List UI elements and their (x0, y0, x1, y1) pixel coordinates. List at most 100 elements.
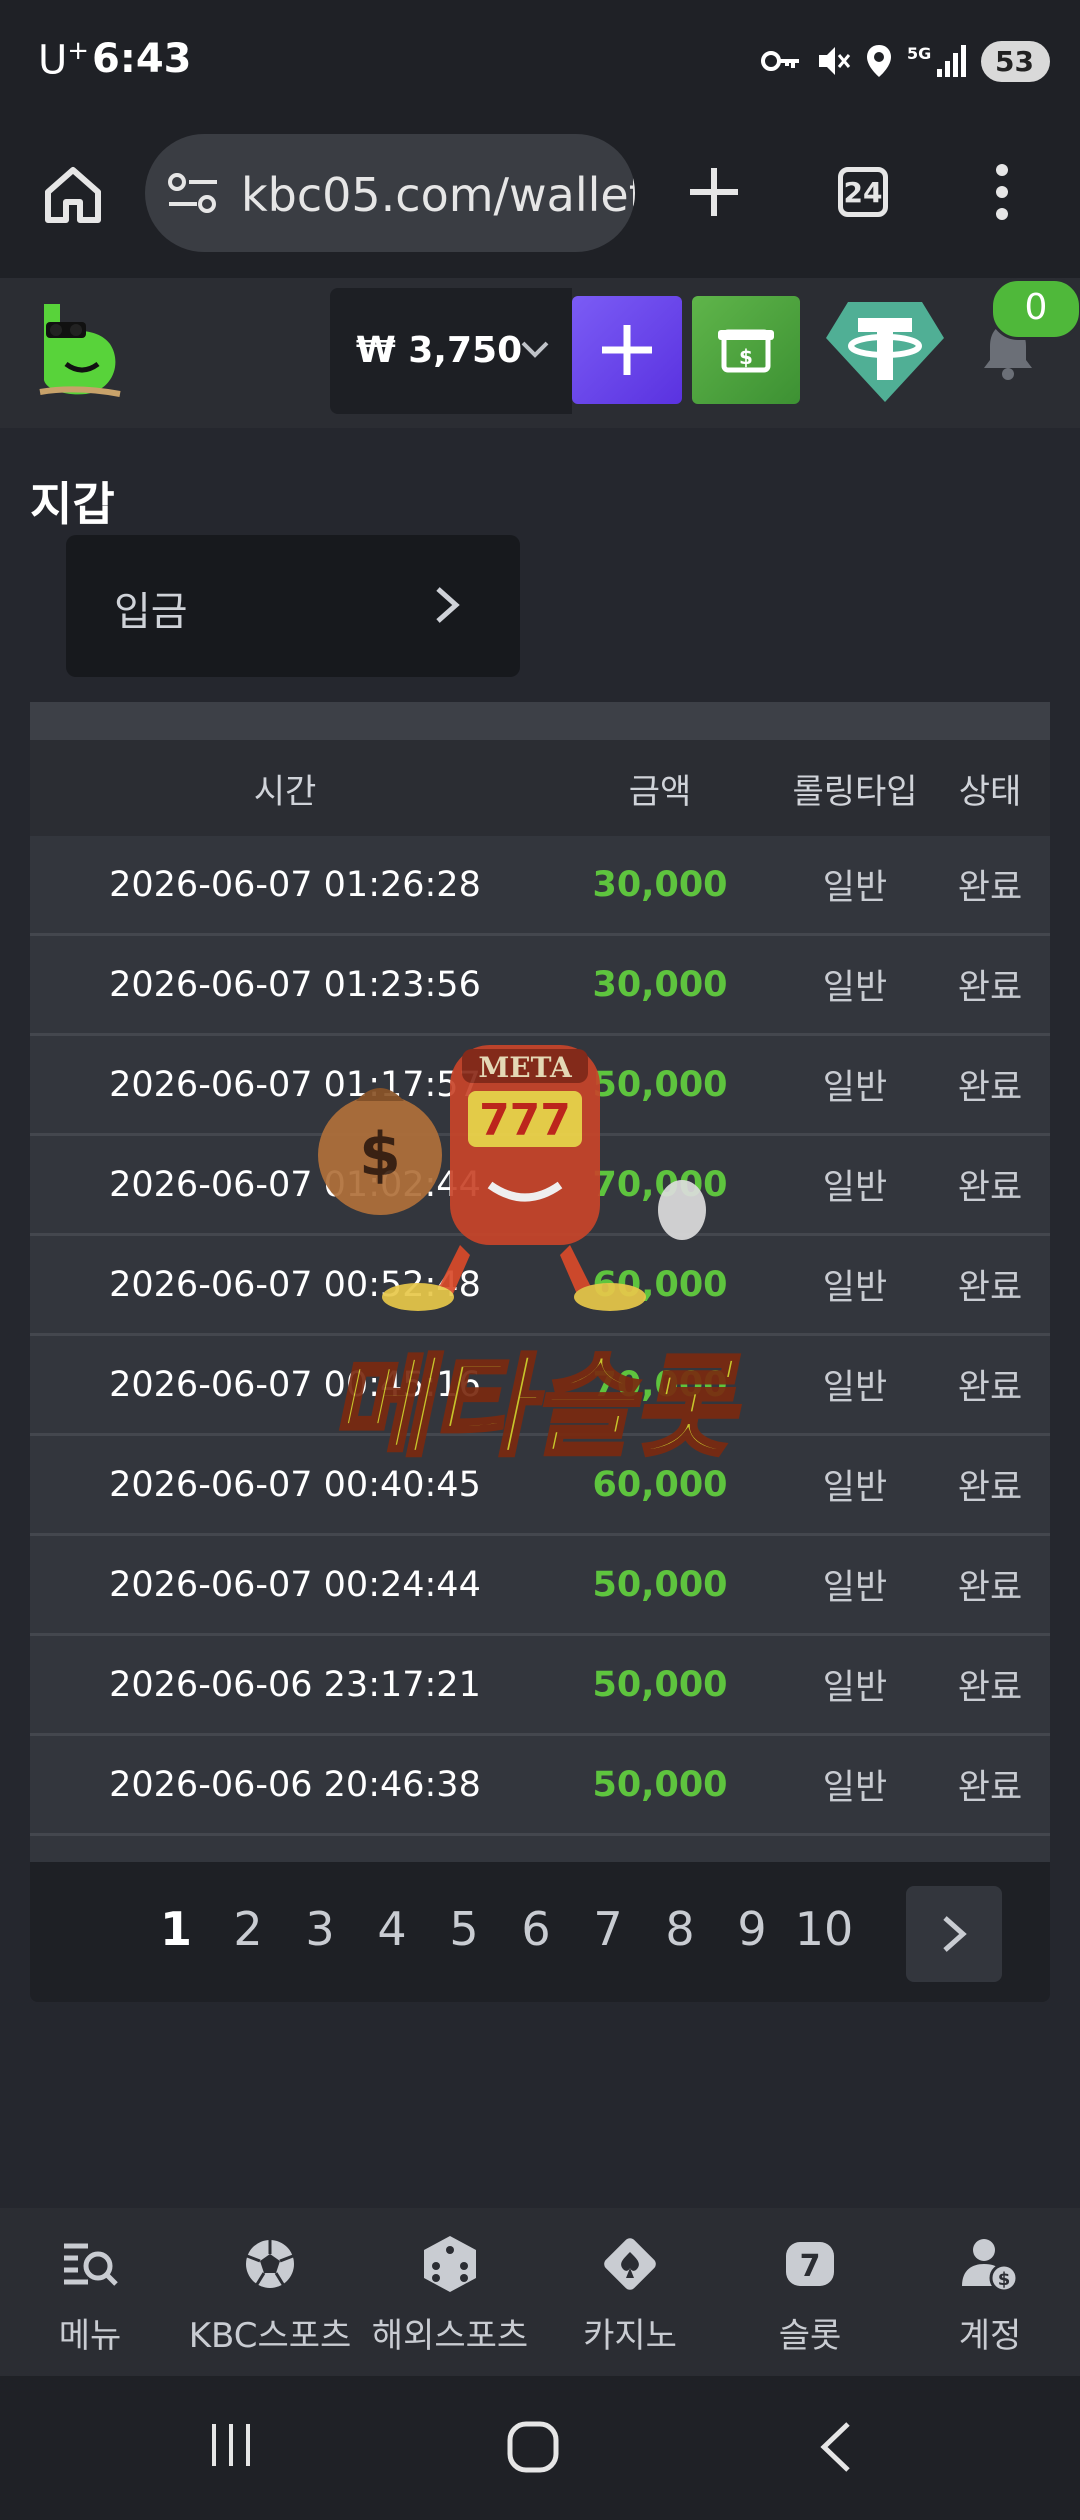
table-row: 2026-06-07 01:23:56 30,000 일반 완료 (30, 936, 1050, 1036)
meta-slot-watermark: $ META 777 메타슬롯 (318, 1045, 759, 1474)
carrier-label: U+ (38, 36, 90, 84)
system-navigation-bar (0, 2376, 1080, 2520)
tether-icon[interactable] (824, 298, 946, 404)
row-rolling-type: 일반 (822, 868, 888, 908)
dice-icon (424, 2236, 476, 2292)
table-header: 시간 금액 롤링타입 상태 (30, 740, 1050, 836)
home-nav-icon[interactable] (506, 2420, 560, 2474)
row-amount: 30,000 (592, 964, 728, 1005)
notification-count-badge: 0 (990, 278, 1080, 340)
site-logo[interactable] (36, 300, 122, 400)
bottom-navigation: 메뉴 KBC스포츠 해외스포츠 카지노 7 슬롯 $ 계정 (0, 2208, 1080, 2376)
status-bar: U+ 6:43 5G 53 (0, 0, 1080, 122)
next-page-button[interactable] (906, 1886, 1002, 1982)
back-icon[interactable] (816, 2420, 856, 2474)
row-rolling-type: 일반 (822, 1368, 888, 1408)
withdraw-button[interactable]: $ (692, 296, 800, 404)
row-status: 완료 (957, 968, 1023, 1008)
nav-label: 계정 (958, 2316, 1022, 2356)
nav-item-casino[interactable]: 카지노 (540, 2208, 720, 2376)
page-7-link[interactable]: 7 (572, 1902, 644, 1956)
header-status: 상태 (958, 771, 1022, 812)
svg-text:$: $ (739, 345, 753, 369)
svg-text:7: 7 (800, 2249, 821, 2284)
svg-text:$: $ (998, 2269, 1011, 2290)
balance-dropdown[interactable]: ₩ 3,750 (330, 288, 572, 414)
row-status: 완료 (957, 1268, 1023, 1308)
menu-search-icon (64, 2243, 118, 2286)
page-title: 지갑 (30, 477, 115, 531)
chevron-down-icon (521, 341, 549, 358)
recent-apps-icon[interactable] (206, 2420, 256, 2470)
nav-label: 해외스포츠 (371, 2316, 529, 2356)
row-amount: 30,000 (592, 864, 728, 905)
page-10-link[interactable]: 10 (788, 1902, 860, 1956)
row-rolling-type: 일반 (822, 1268, 888, 1308)
battery-indicator: 53 (981, 40, 1050, 82)
nav-label: KBC스포츠 (188, 2316, 352, 2356)
row-status: 완료 (957, 1368, 1023, 1408)
row-rolling-type: 일반 (822, 1068, 888, 1108)
row-status: 완료 (957, 1768, 1023, 1808)
deposit-label: 입금 (114, 589, 188, 635)
add-funds-button[interactable] (572, 296, 682, 404)
row-time: 2026-06-06 23:17:21 (109, 1664, 481, 1705)
table-row: 2026-06-06 23:17:21 50,000 일반 완료 (30, 1636, 1050, 1736)
balance-amount: ₩ 3,750 (356, 330, 523, 371)
page-4-link[interactable]: 4 (356, 1902, 428, 1956)
row-rolling-type: 일반 (822, 1768, 888, 1808)
watermark-slot-text: 777 (479, 1095, 571, 1146)
row-rolling-type: 일반 (822, 1468, 888, 1508)
row-rolling-type: 일반 (822, 1668, 888, 1708)
site-settings-icon[interactable] (167, 170, 219, 216)
svg-text:5G: 5G (907, 44, 931, 63)
page-8-link[interactable]: 8 (644, 1902, 716, 1956)
home-icon[interactable] (40, 162, 106, 228)
mute-icon (819, 47, 851, 75)
watermark-sign-text: META (478, 1051, 573, 1084)
nav-label: 슬롯 (778, 2316, 842, 2356)
row-amount: 50,000 (592, 1564, 728, 1605)
row-rolling-type: 일반 (822, 1168, 888, 1208)
status-icons: 5G 53 (761, 38, 1050, 84)
nav-item-kbc-sports[interactable]: KBC스포츠 (180, 2208, 360, 2376)
signal-5g-icon: 5G (907, 44, 967, 77)
table-row: 2026-06-07 01:26:28 30,000 일반 완료 (30, 836, 1050, 936)
page-1-link[interactable]: 1 (140, 1902, 212, 1956)
row-status: 완료 (957, 1668, 1023, 1708)
row-time: 2026-06-07 01:23:56 (109, 964, 481, 1005)
nav-item-slot[interactable]: 7 슬롯 (720, 2208, 900, 2376)
page-5-link[interactable]: 5 (428, 1902, 500, 1956)
status-time: 6:43 (92, 36, 192, 82)
site-header: ₩ 3,750 $ 0 (0, 278, 1080, 428)
page-3-link[interactable]: 3 (284, 1902, 356, 1956)
cash-register-icon: $ (718, 329, 774, 373)
page-9-link[interactable]: 9 (716, 1902, 788, 1956)
header-time: 시간 (253, 771, 317, 812)
row-time: 2026-06-06 20:46:38 (109, 1764, 481, 1805)
row-status: 완료 (957, 1168, 1023, 1208)
nav-item-menu[interactable]: 메뉴 (0, 2208, 180, 2376)
svg-text:$: $ (359, 1120, 401, 1190)
new-tab-icon[interactable] (684, 162, 744, 222)
row-status: 완료 (957, 1568, 1023, 1608)
playing-card-icon (604, 2238, 656, 2290)
chevron-right-icon (943, 1916, 967, 1952)
plus-icon (602, 325, 652, 375)
page-numbers: 1 2 3 4 5 6 7 8 9 10 (140, 1902, 860, 1956)
page-6-link[interactable]: 6 (500, 1902, 572, 1956)
row-amount: 50,000 (592, 1664, 728, 1705)
more-options-icon[interactable] (990, 162, 1014, 222)
nav-item-account[interactable]: $ 계정 (900, 2208, 1080, 2376)
address-bar[interactable]: kbc05.com/wallet (145, 134, 635, 252)
row-time: 2026-06-07 01:26:28 (109, 864, 481, 905)
tab-switcher-button[interactable]: 24 (838, 167, 888, 217)
nav-item-overseas-sports[interactable]: 해외스포츠 (360, 2208, 540, 2376)
deposit-button[interactable]: 입금 (66, 535, 520, 677)
nav-label: 메뉴 (58, 2316, 122, 2356)
row-status: 완료 (957, 868, 1023, 908)
url-text[interactable]: kbc05.com/wallet (241, 168, 635, 222)
header-amount: 금액 (628, 771, 692, 812)
header-rolling-type: 롤링타입 (792, 771, 918, 812)
page-2-link[interactable]: 2 (212, 1902, 284, 1956)
